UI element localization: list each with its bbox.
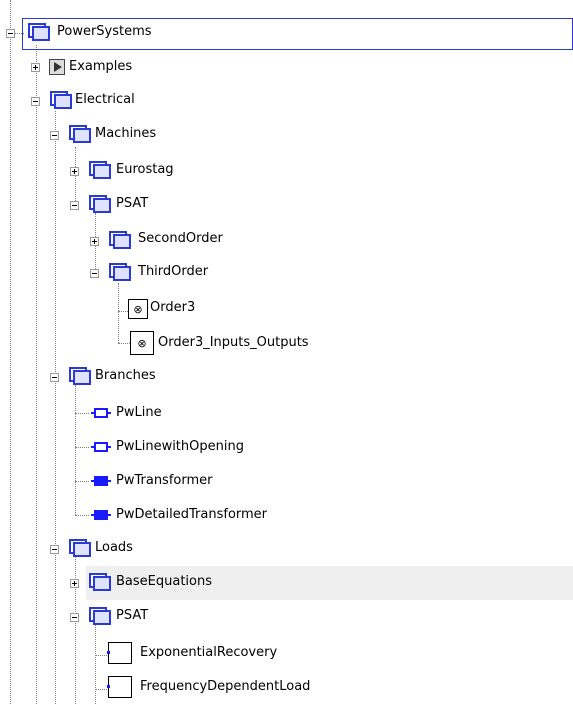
collapse-toggle[interactable]	[50, 545, 59, 554]
tree-guide	[55, 111, 56, 704]
tree-node-pwdetailedtransformer[interactable]: PwDetailedTransformer	[116, 505, 267, 525]
collapse-toggle[interactable]	[6, 29, 15, 38]
tree-connector	[95, 689, 107, 690]
tree-connector	[75, 413, 89, 414]
tree-connector	[118, 311, 128, 312]
tree-connector	[95, 655, 107, 656]
expand-toggle[interactable]	[90, 237, 99, 246]
tree-guide	[75, 555, 76, 704]
tree-connector	[75, 515, 89, 516]
package-icon	[69, 367, 91, 385]
tree-node-loads[interactable]: Loads	[95, 538, 133, 558]
tree-node-psat-loads[interactable]: PSAT	[116, 606, 148, 626]
model-icon: ⊗	[128, 299, 148, 319]
tree-node-order3-inputs-outputs[interactable]: Order3_Inputs_Outputs	[158, 333, 309, 353]
tree-guide	[118, 283, 119, 343]
tree-guide	[75, 147, 76, 207]
package-icon	[109, 231, 131, 249]
collapse-toggle[interactable]	[90, 269, 99, 278]
tree-node-psat-machines[interactable]: PSAT	[116, 194, 148, 214]
tree-node-baseequations[interactable]: BaseEquations	[116, 572, 212, 592]
tree-node-pwtransformer[interactable]: PwTransformer	[116, 471, 212, 491]
package-icon	[69, 539, 91, 557]
tree-node-eurostag[interactable]: Eurostag	[116, 160, 174, 180]
tree-node-pwline[interactable]: PwLine	[116, 403, 162, 423]
collapse-toggle[interactable]	[50, 131, 59, 140]
package-icon	[89, 161, 111, 179]
package-icon	[109, 263, 131, 281]
package-icon	[89, 607, 111, 625]
collapse-toggle[interactable]	[31, 97, 40, 106]
expand-toggle[interactable]	[70, 579, 79, 588]
line-icon	[91, 408, 111, 418]
model-icon: ⊗	[130, 331, 154, 355]
tree-guide	[10, 0, 11, 704]
tree-node-exponentialrecovery[interactable]: ExponentialRecovery	[140, 643, 277, 663]
model-icon	[107, 642, 132, 664]
tree-guide	[95, 623, 96, 704]
tree-node-secondorder[interactable]: SecondOrder	[138, 229, 223, 249]
tree-node-branches[interactable]: Branches	[95, 366, 156, 386]
tree-node-thirdorder[interactable]: ThirdOrder	[138, 262, 208, 282]
expand-toggle[interactable]	[70, 167, 79, 176]
tree-connector	[75, 481, 89, 482]
package-icon	[50, 91, 72, 109]
transformer-icon	[91, 476, 111, 486]
tree-guide	[36, 45, 37, 704]
tree-node-frequencydependentload[interactable]: FrequencyDependentLoad	[140, 677, 310, 697]
package-icon	[89, 573, 111, 591]
package-icon	[89, 195, 111, 213]
package-icon	[28, 23, 50, 41]
collapse-toggle[interactable]	[70, 201, 79, 210]
transformer-icon	[91, 510, 111, 520]
tree-guide	[75, 385, 76, 515]
expand-toggle[interactable]	[31, 63, 40, 72]
tree-node-label: PowerSystems	[57, 24, 152, 39]
collapse-toggle[interactable]	[50, 373, 59, 382]
collapse-toggle[interactable]	[70, 613, 79, 622]
examples-icon	[49, 59, 65, 75]
model-icon	[107, 676, 132, 698]
tree-node-electrical[interactable]: Electrical	[75, 90, 135, 110]
tree-node-pwlinewithopening[interactable]: PwLinewithOpening	[116, 437, 244, 457]
package-icon	[69, 125, 91, 143]
tree-node-machines[interactable]: Machines	[95, 124, 156, 144]
tree-node-examples[interactable]: Examples	[69, 57, 132, 77]
tree-connector	[75, 447, 89, 448]
tree-node-order3[interactable]: Order3	[150, 298, 195, 318]
tree-connector	[118, 343, 130, 344]
line-icon	[91, 442, 111, 452]
